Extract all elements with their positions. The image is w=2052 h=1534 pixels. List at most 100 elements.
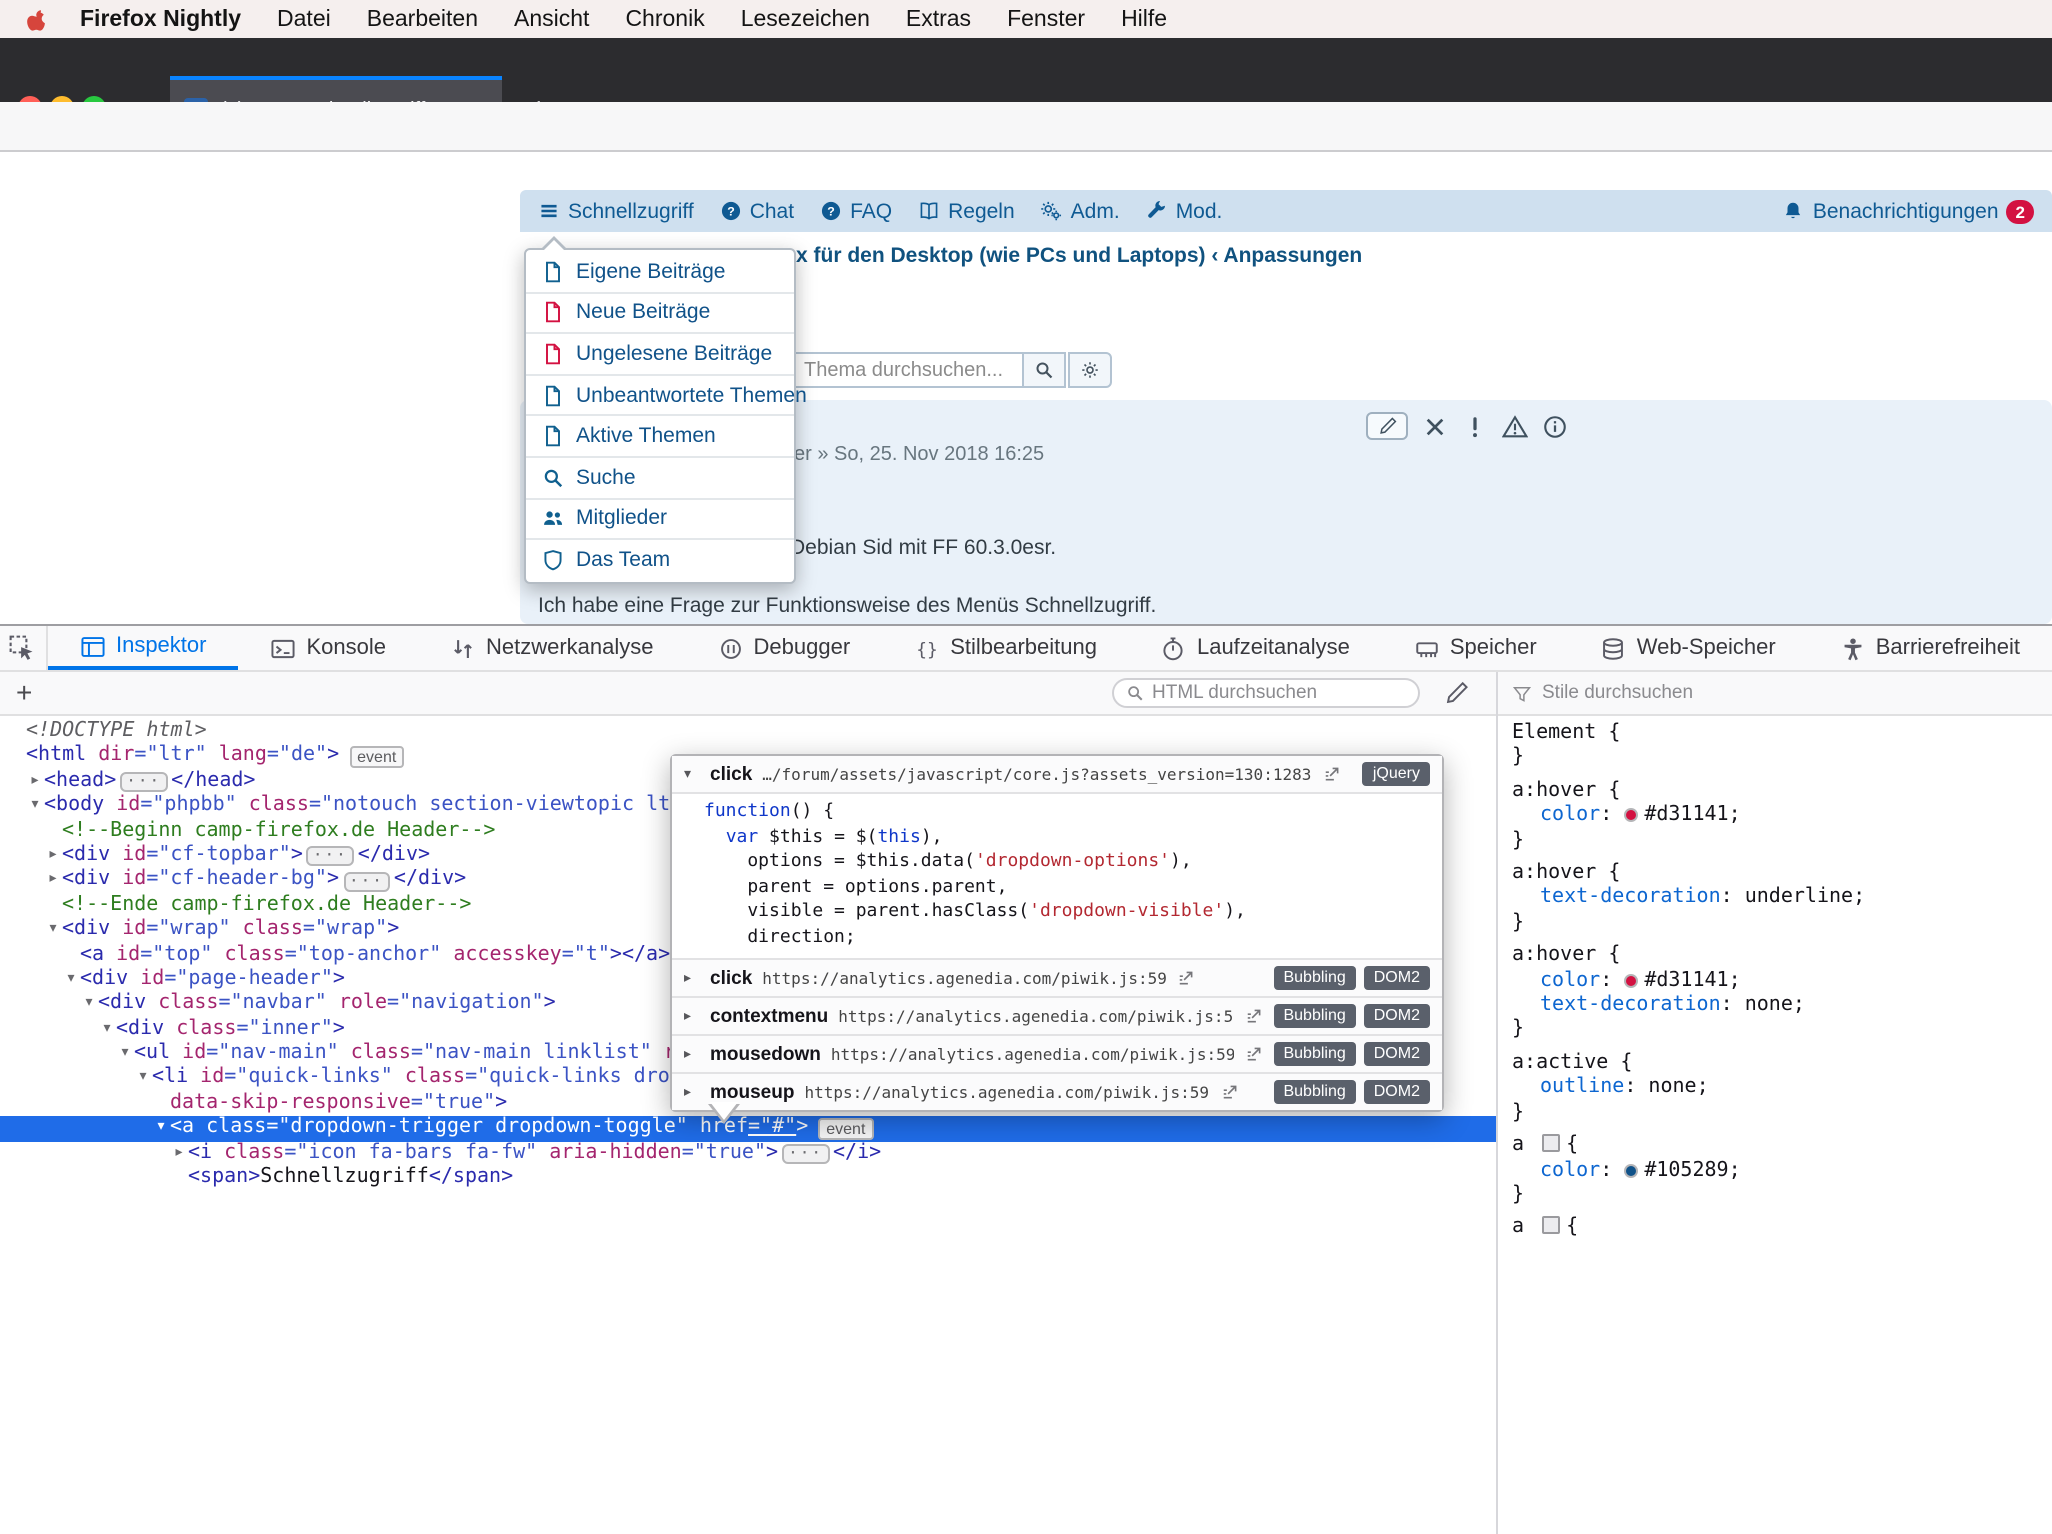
menubar-item-extras[interactable]: Extras xyxy=(906,7,971,31)
post-action-info-sm-icon[interactable] xyxy=(1542,413,1568,439)
css-selector[interactable]: a { xyxy=(1512,1217,2052,1242)
forum-nav-chat[interactable]: ?Chat xyxy=(720,199,794,223)
twisty-icon[interactable]: ▾ xyxy=(98,1017,116,1042)
forum-nav-mod-[interactable]: Mod. xyxy=(1146,199,1223,223)
inline-ellipsis-button[interactable]: ··· xyxy=(120,772,167,792)
event-listener-row[interactable]: ▸contextmenuhttps://analytics.agenedia.c… xyxy=(672,996,1442,1034)
edit-icon[interactable] xyxy=(1444,680,1470,706)
twisty-icon[interactable]: ▾ xyxy=(152,1117,170,1142)
menubar-item-firefox-nightly[interactable]: Firefox Nightly xyxy=(80,7,241,31)
dropdown-item[interactable]: Unbeantwortete Themen xyxy=(526,374,794,415)
twisty-icon[interactable]: ▸ xyxy=(684,1008,700,1024)
event-source-link[interactable]: https://analytics.agenedia.com/piwik.js:… xyxy=(762,969,1167,987)
devtools-tab-netzwerkanalyse[interactable]: Netzwerkanalyse xyxy=(418,626,686,670)
advanced-search-button[interactable] xyxy=(1068,352,1112,388)
forum-nav-faq[interactable]: ?FAQ xyxy=(820,199,892,223)
markup-line[interactable]: <span>Schnellzugriff</span> xyxy=(0,1166,1496,1191)
event-listener-row[interactable]: ▸mousedownhttps://analytics.agenedia.com… xyxy=(672,1034,1442,1072)
twisty-icon[interactable]: ▸ xyxy=(44,844,62,869)
node-picker-button[interactable] xyxy=(0,626,48,670)
dropdown-item[interactable]: Eigene Beiträge xyxy=(526,252,794,291)
inline-ellipsis-button[interactable]: ··· xyxy=(343,871,390,891)
devtools-tab-debugger[interactable]: Debugger xyxy=(686,626,883,670)
css-selector[interactable]: Element { xyxy=(1512,722,2052,747)
markup-line[interactable]: ▸<i class="icon fa-bars fa-fw" aria-hidd… xyxy=(0,1141,1496,1166)
forum-nav-schnellzugriff[interactable]: Schnellzugriff xyxy=(538,199,694,223)
devtools-tab-speicher[interactable]: Speicher xyxy=(1382,626,1569,670)
notifications-link[interactable]: Benachrichtigungen 2 xyxy=(1783,199,2034,223)
markup-line-selected[interactable]: ▾<a class="dropdown-trigger dropdown-tog… xyxy=(0,1117,1496,1142)
css-selector[interactable]: a:hover { xyxy=(1512,780,2052,805)
devtools-tab-konsole[interactable]: Konsole xyxy=(238,626,418,670)
twisty-icon[interactable]: ▾ xyxy=(116,1042,134,1067)
twisty-icon[interactable]: ▸ xyxy=(684,970,700,986)
event-listener-row[interactable]: ▸mouseuphttps://analytics.agenedia.com/p… xyxy=(672,1072,1442,1110)
color-swatch[interactable] xyxy=(1624,973,1638,987)
dropdown-item[interactable]: Suche xyxy=(526,456,794,497)
devtools-tab-inspektor[interactable]: Inspektor xyxy=(48,626,239,670)
create-new-node-button[interactable]: + xyxy=(16,676,32,708)
event-source-link[interactable]: https://analytics.agenedia.com/piwik.js:… xyxy=(804,1083,1209,1101)
style-filter-input[interactable]: Stile durchsuchen xyxy=(1498,672,2052,716)
css-declaration[interactable]: color: #d31141; xyxy=(1512,804,2052,829)
forum-nav-adm-[interactable]: Adm. xyxy=(1041,199,1120,223)
dropdown-item[interactable]: Neue Beiträge xyxy=(526,291,794,332)
apple-menu-icon[interactable] xyxy=(24,5,48,33)
twisty-icon[interactable]: ▾ xyxy=(80,993,98,1018)
menubar-item-ansicht[interactable]: Ansicht xyxy=(514,7,589,31)
post-action-close-x-icon[interactable] xyxy=(1422,413,1448,439)
css-declaration[interactable]: text-decoration: none; xyxy=(1512,994,2052,1019)
color-swatch[interactable] xyxy=(1624,808,1638,822)
css-declaration[interactable]: text-decoration: underline; xyxy=(1512,887,2052,912)
twisty-icon[interactable]: ▸ xyxy=(44,869,62,894)
search-button[interactable] xyxy=(1022,352,1066,388)
post-action-exclam-icon[interactable] xyxy=(1462,413,1488,439)
color-swatch[interactable] xyxy=(1624,1163,1638,1177)
dropdown-item[interactable]: Ungelesene Beiträge xyxy=(526,332,794,373)
menubar-item-lesezeichen[interactable]: Lesezeichen xyxy=(741,7,870,31)
twisty-icon[interactable]: ▸ xyxy=(26,770,44,795)
css-selector[interactable]: a { xyxy=(1512,1134,2052,1159)
dropdown-item[interactable]: Aktive Themen xyxy=(526,415,794,456)
devtools-tab-barrierefreiheit[interactable]: Barrierefreiheit xyxy=(1808,626,2052,670)
event-source-link[interactable]: …/forum/assets/javascript/core.js?assets… xyxy=(762,765,1311,783)
menubar-item-datei[interactable]: Datei xyxy=(277,7,331,31)
html-search-input[interactable]: HTML durchsuchen xyxy=(1112,678,1420,708)
markup-line[interactable]: <!DOCTYPE html> xyxy=(0,720,1496,745)
css-declaration[interactable]: outline: none; xyxy=(1512,1077,2052,1102)
twisty-icon[interactable]: ▸ xyxy=(684,1084,700,1100)
css-selector[interactable]: a:hover { xyxy=(1512,945,2052,970)
twisty-icon[interactable]: ▾ xyxy=(44,918,62,943)
inline-ellipsis-button[interactable]: ··· xyxy=(307,846,354,866)
event-listener-row[interactable]: ▸clickhttps://analytics.agenedia.com/piw… xyxy=(672,958,1442,996)
forum-nav-regeln[interactable]: Regeln xyxy=(918,199,1015,223)
twisty-icon[interactable]: ▸ xyxy=(170,1141,188,1166)
event-source-link[interactable]: https://analytics.agenedia.com/piwik.js:… xyxy=(838,1007,1233,1025)
menubar-item-bearbeiten[interactable]: Bearbeiten xyxy=(367,7,478,31)
post-action-warning-icon[interactable] xyxy=(1502,413,1528,439)
css-declaration[interactable]: color: #105289; xyxy=(1512,1159,2052,1184)
twisty-icon[interactable]: ▸ xyxy=(684,1046,700,1062)
breadcrumb[interactable]: x für den Desktop (wie PCs und Laptops) … xyxy=(796,244,1362,268)
css-declaration[interactable]: color: #d31141; xyxy=(1512,969,2052,994)
devtools-tab-stilbearbeitung[interactable]: {}Stilbearbeitung xyxy=(882,626,1129,670)
css-selector[interactable]: a:active { xyxy=(1512,1052,2052,1077)
dropdown-item[interactable]: Das Team xyxy=(526,538,794,579)
twisty-icon[interactable]: ▾ xyxy=(62,968,80,993)
twisty-icon[interactable]: ▾ xyxy=(684,766,700,782)
event-listener-row[interactable]: ▾click…/forum/assets/javascript/core.js?… xyxy=(672,756,1442,792)
menubar-item-fenster[interactable]: Fenster xyxy=(1007,7,1085,31)
topic-search-input[interactable]: Thema durchsuchen... xyxy=(790,352,1024,388)
inline-ellipsis-button[interactable]: ··· xyxy=(782,1144,829,1164)
devtools-tab-web-speicher[interactable]: Web-Speicher xyxy=(1569,626,1808,670)
menubar-item-chronik[interactable]: Chronik xyxy=(625,7,704,31)
twisty-icon[interactable]: ▾ xyxy=(134,1067,152,1092)
event-badge[interactable]: event xyxy=(349,746,404,768)
post-action-pencil-icon[interactable] xyxy=(1366,412,1408,440)
dropdown-item[interactable]: Mitglieder xyxy=(526,497,794,538)
devtools-tab-laufzeitanalyse[interactable]: Laufzeitanalyse xyxy=(1129,626,1382,670)
css-selector[interactable]: a:hover { xyxy=(1512,862,2052,887)
twisty-icon[interactable]: ▾ xyxy=(26,794,44,819)
event-source-link[interactable]: https://analytics.agenedia.com/piwik.js:… xyxy=(831,1045,1234,1063)
event-badge[interactable]: event xyxy=(818,1118,873,1140)
